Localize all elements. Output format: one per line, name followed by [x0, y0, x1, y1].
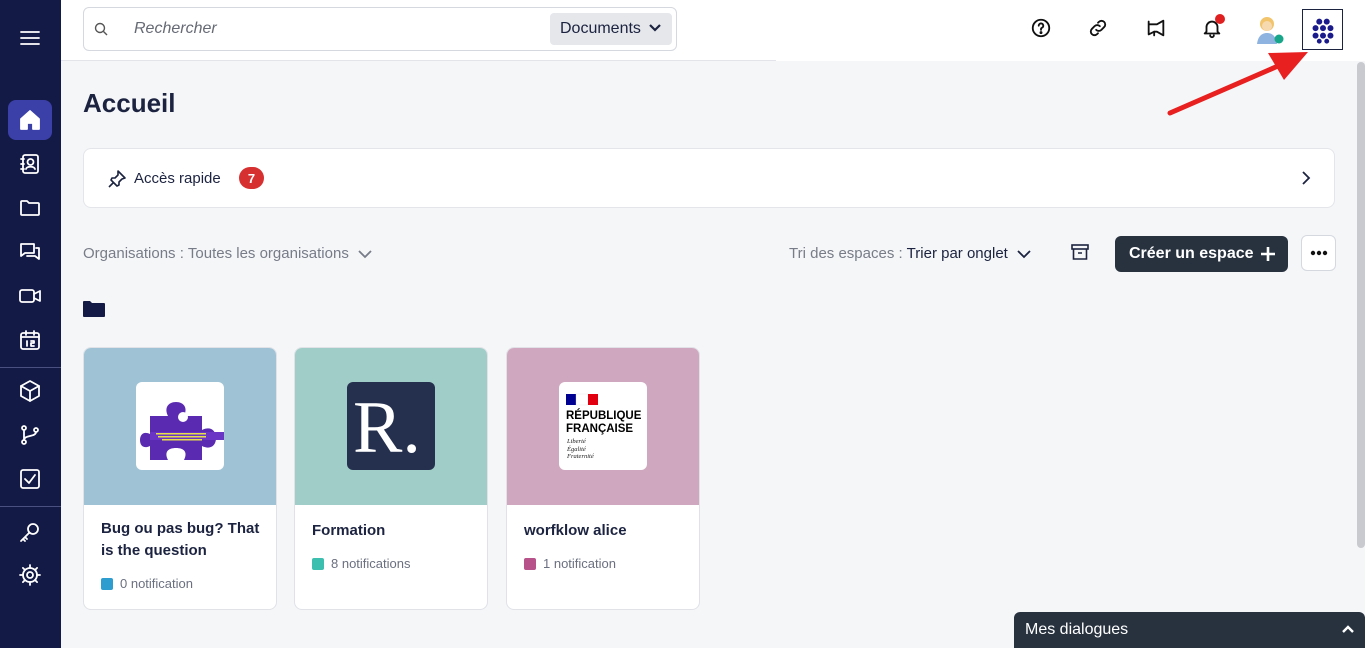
logo-title: RÉPUBLIQUE FRANÇAISE — [566, 410, 641, 436]
link-icon — [1089, 19, 1107, 37]
notification-color-square — [524, 557, 536, 570]
chat-icon — [20, 243, 40, 260]
home-icon — [20, 110, 40, 130]
quick-access-label: Accès rapide — [134, 170, 221, 187]
help-icon — [1031, 18, 1051, 38]
chevron-down-icon — [649, 24, 661, 32]
quick-access-count-badge: 7 — [239, 167, 264, 189]
space-logo-letter: R. — [353, 387, 421, 469]
space-card-title: worfklow alice — [524, 522, 627, 539]
notification-count: 1 notification — [543, 556, 616, 571]
sidebar-item-calendar[interactable] — [8, 320, 52, 360]
page-scrollbar[interactable] — [1357, 62, 1365, 548]
sidebar-item-messages[interactable] — [8, 232, 52, 272]
more-options-button[interactable] — [1301, 235, 1336, 271]
sidebar — [0, 0, 61, 648]
cube-icon — [20, 380, 40, 402]
search-icon — [94, 22, 108, 36]
logo-motto: Liberté Égalité Fraternité — [567, 438, 594, 461]
chevron-down-icon — [358, 249, 372, 258]
video-camera-icon — [19, 289, 41, 303]
search-scope-dropdown[interactable]: Documents — [550, 13, 672, 45]
sidebar-separator — [0, 506, 61, 507]
sidebar-item-documents[interactable] — [8, 188, 52, 228]
sidebar-separator — [0, 367, 61, 368]
sidebar-item-keys[interactable] — [8, 512, 52, 552]
page-title: Accueil — [83, 88, 176, 118]
search-input[interactable] — [134, 18, 534, 40]
key-icon — [20, 523, 39, 542]
sidebar-item-modules[interactable] — [8, 371, 52, 411]
logo-motto-line: Liberté — [567, 438, 586, 445]
space-card-notifications: 8 notifications — [312, 556, 411, 571]
my-dialogs-panel-toggle[interactable]: Mes dialogues — [1014, 612, 1365, 648]
checkbox-icon — [20, 469, 40, 489]
organisation-filter-label: Organisations : — [83, 245, 184, 262]
sidebar-item-settings[interactable] — [8, 555, 52, 595]
space-logo: R. — [347, 382, 435, 470]
sidebar-item-workflows[interactable] — [8, 415, 52, 455]
folder-icon — [20, 200, 40, 216]
folder-icon — [83, 301, 105, 317]
sort-value: Trier par onglet — [906, 245, 1008, 262]
sidebar-item-video[interactable] — [8, 276, 52, 316]
space-card[interactable]: RÉPUBLIQUE FRANÇAISE Liberté Égalité Fra… — [506, 347, 700, 610]
sidebar-item-tasks[interactable] — [8, 459, 52, 499]
chevron-right-icon — [1302, 171, 1311, 185]
space-logo — [136, 382, 224, 470]
notification-color-square — [101, 577, 113, 590]
space-card[interactable]: R. Formation 8 notifications — [294, 347, 488, 610]
notifications-button[interactable] — [1200, 14, 1225, 40]
space-card-title: Bug ou pas bug? That is the question — [101, 520, 260, 559]
notification-dot — [1215, 14, 1225, 24]
top-bar-divider — [61, 60, 776, 61]
annotation-arrow-icon — [1167, 52, 1308, 116]
pin-icon — [108, 170, 126, 188]
megaphone-icon — [1147, 19, 1165, 37]
search-scope-label: Documents — [560, 20, 641, 37]
menu-toggle-button[interactable] — [8, 18, 52, 58]
ellipsis-icon — [1310, 250, 1327, 256]
link-button[interactable] — [1086, 16, 1110, 40]
calendar-icon — [20, 330, 40, 350]
help-button[interactable] — [1029, 16, 1053, 40]
archive-icon[interactable] — [1070, 242, 1090, 262]
chevron-down-icon — [1017, 249, 1031, 258]
create-space-button[interactable]: Créer un espace — [1115, 236, 1288, 272]
announcements-button[interactable] — [1144, 16, 1168, 40]
search-bar: Documents — [83, 7, 677, 51]
notification-color-square — [312, 557, 324, 570]
sort-label: Tri des espaces : — [789, 245, 903, 262]
logo-motto-line: Fraternité — [567, 453, 594, 460]
space-card-notifications: 0 notification — [101, 576, 193, 591]
space-logo: RÉPUBLIQUE FRANÇAISE Liberté Égalité Fra… — [559, 382, 647, 470]
sidebar-item-contacts[interactable] — [8, 144, 52, 184]
hamburger-icon — [20, 31, 40, 45]
space-card-title: Formation — [312, 522, 386, 539]
gear-icon — [19, 564, 41, 586]
chevron-up-icon — [1342, 625, 1354, 633]
logo-title-line: RÉPUBLIQUE — [566, 410, 642, 422]
space-sort-dropdown[interactable]: Tri des espaces : Trier par onglet — [789, 245, 1032, 262]
puzzle-logo-icon — [140, 402, 224, 460]
space-card-notifications: 1 notification — [524, 556, 616, 571]
my-dialogs-label: Mes dialogues — [1025, 621, 1129, 638]
space-card[interactable]: Bug ou pas bug? That is the question 0 n… — [83, 347, 277, 610]
notification-count: 8 notifications — [331, 556, 411, 571]
logo-title-line: FRANÇAISE — [566, 423, 634, 435]
git-branch-icon — [21, 425, 39, 445]
organisation-filter-value: Toutes les organisations — [187, 245, 349, 262]
logo-motto-line: Égalité — [567, 445, 586, 453]
notification-count: 0 notification — [120, 576, 193, 591]
organisation-filter-dropdown[interactable]: Organisations : Toutes les organisations — [83, 245, 373, 262]
plus-icon — [1261, 247, 1275, 261]
sidebar-item-home[interactable] — [8, 100, 52, 140]
contacts-icon — [20, 154, 39, 174]
create-space-label: Créer un espace — [1129, 245, 1254, 262]
quick-access-panel[interactable]: Accès rapide 7 — [83, 148, 1335, 208]
